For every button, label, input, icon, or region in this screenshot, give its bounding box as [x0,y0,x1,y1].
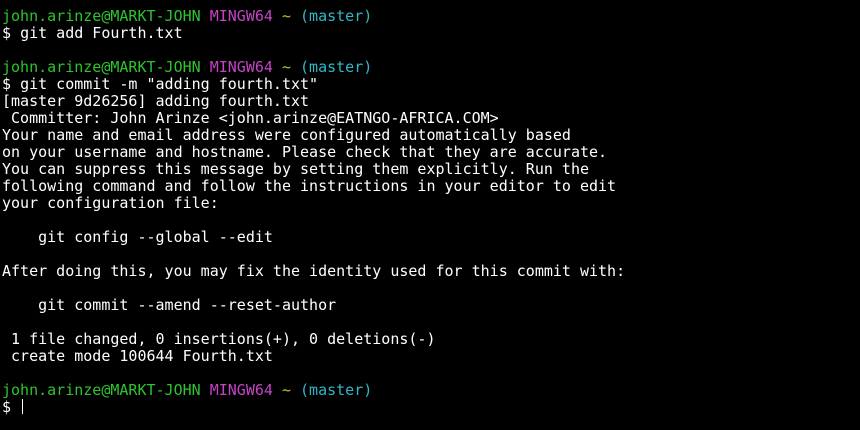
output-line: Your name and email address were configu… [2,126,571,144]
prompt-path: ~ [281,58,291,76]
prompt-user-host: john.arinze@MARKT-JOHN [2,58,201,76]
prompt-symbol: $ [2,398,12,416]
prompt-line-1: john.arinze@MARKT-JOHN MINGW64 ~ (master… [2,8,860,25]
output-line: on your username and hostname. Please ch… [2,143,608,161]
command-text: git commit -m "adding fourth.txt" [20,75,319,93]
prompt-symbol: $ [2,75,12,93]
output-line: 1 file changed, 0 insertions(+), 0 delet… [2,330,436,348]
output-line: [master 9d26256] adding fourth.txt [2,92,310,110]
prompt-path: ~ [281,7,291,25]
prompt-system: MINGW64 [209,381,273,399]
output-line: your configuration file: [2,194,219,212]
prompt-user-host: john.arinze@MARKT-JOHN [2,381,201,399]
active-input-line[interactable]: $ [2,399,860,416]
output-line: You can suppress this message by setting… [2,160,589,178]
output-line: git commit --amend --reset-author [2,296,337,314]
prompt-branch: (master) [300,58,373,76]
output-line: following command and follow the instruc… [2,177,617,195]
output-line: After doing this, you may fix the identi… [2,262,626,280]
prompt-branch: (master) [300,7,373,25]
prompt-user-host: john.arinze@MARKT-JOHN [2,7,201,25]
command-line-2: $ git commit -m "adding fourth.txt" [2,76,860,93]
prompt-branch: (master) [300,381,373,399]
prompt-line-3: john.arinze@MARKT-JOHN MINGW64 ~ (master… [2,382,860,399]
prompt-line-2: john.arinze@MARKT-JOHN MINGW64 ~ (master… [2,59,860,76]
output-line: Committer: John Arinze <john.arinze@EATN… [2,109,499,127]
prompt-system: MINGW64 [209,7,273,25]
command-line-1: $ git add Fourth.txt [2,25,860,42]
prompt-system: MINGW64 [209,58,273,76]
output-line: git config --global --edit [2,228,273,246]
command-text: git add Fourth.txt [20,24,183,42]
prompt-symbol: $ [2,24,12,42]
text-cursor [22,399,24,414]
terminal-window[interactable]: john.arinze@MARKT-JOHN MINGW64 ~ (master… [0,0,860,430]
output-line: create mode 100644 Fourth.txt [2,347,273,365]
prompt-path: ~ [281,381,291,399]
